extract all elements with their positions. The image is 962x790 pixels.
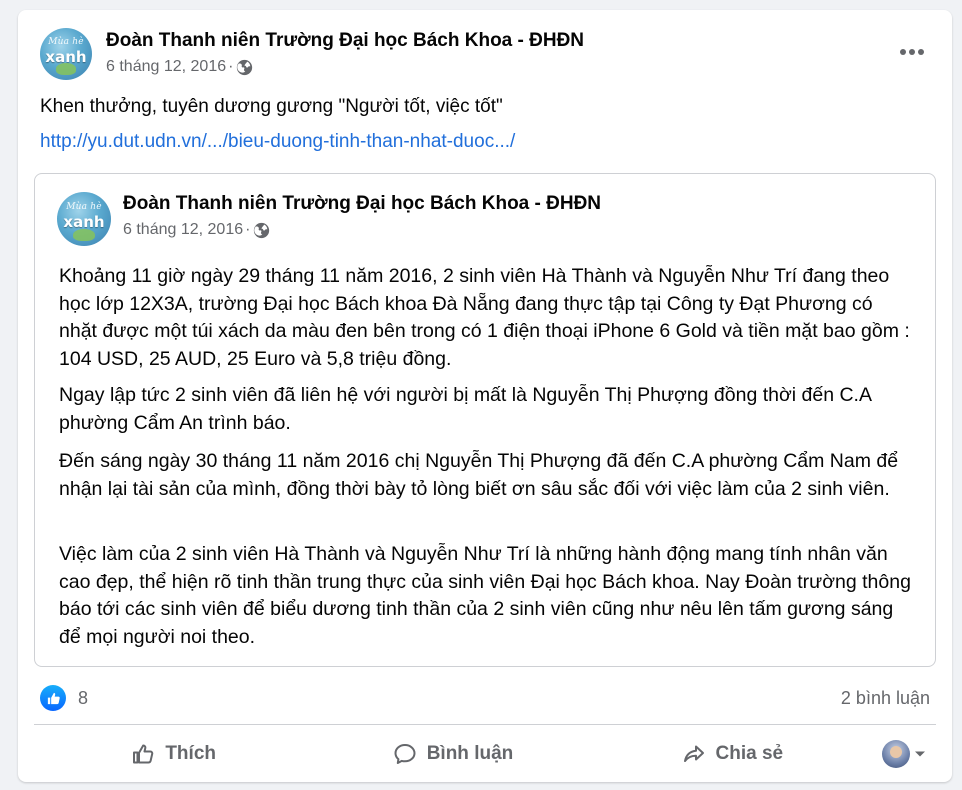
share-icon bbox=[683, 745, 704, 762]
post-card: Mùa hè xanh Đoàn Thanh niên Trường Đại h… bbox=[18, 10, 952, 782]
likes-count: 8 bbox=[78, 687, 89, 708]
post-date[interactable]: 6 tháng 12, 2016 bbox=[106, 58, 226, 76]
shared-paragraph: Đến sáng ngày 30 tháng 11 năm 2016 chị N… bbox=[59, 450, 899, 500]
comment-button[interactable]: Bình luận bbox=[313, 734, 592, 774]
user-avatar bbox=[881, 740, 910, 768]
post-meta: 6 tháng 12, 2016 · bbox=[106, 58, 253, 76]
globe-icon[interactable] bbox=[236, 59, 253, 76]
comments-count[interactable]: 2 bình luận bbox=[841, 688, 930, 709]
more-options-button[interactable] bbox=[894, 38, 930, 66]
share-label: Chia sẻ bbox=[715, 743, 784, 764]
profile-selector[interactable] bbox=[872, 740, 936, 768]
shared-avatar-title: xanh bbox=[63, 212, 105, 231]
shared-paragraph: Việc làm của 2 sinh viên Hà Thành và Ngu… bbox=[59, 543, 911, 648]
shared-avatar-caption: Mùa hè bbox=[66, 201, 102, 212]
shared-page-avatar[interactable]: Mùa hè xanh bbox=[57, 192, 111, 246]
thumbs-up-icon bbox=[40, 685, 66, 711]
more-options-icon bbox=[900, 49, 924, 55]
thumbs-up-outline-icon bbox=[133, 744, 154, 764]
actions-divider bbox=[34, 724, 936, 725]
avatar-caption: Mùa hè bbox=[48, 37, 84, 48]
comment-label: Bình luận bbox=[426, 743, 514, 764]
shared-meta-separator: · bbox=[245, 221, 251, 238]
caret-down-icon bbox=[914, 751, 925, 757]
shared-meta: 6 tháng 12, 2016 · bbox=[123, 221, 270, 239]
meta-separator: · bbox=[228, 58, 234, 75]
action-bar: Thích Bình luận Chia sẻ bbox=[34, 732, 936, 776]
likes-summary[interactable]: 8 bbox=[40, 685, 88, 711]
shared-paragraph: Khoảng 11 giờ ngày 29 tháng 11 năm 2016,… bbox=[59, 265, 910, 370]
shared-author[interactable]: Đoàn Thanh niên Trường Đại học Bách Khoa… bbox=[123, 193, 601, 215]
share-button[interactable]: Chia sẻ bbox=[593, 734, 872, 774]
comment-icon bbox=[394, 744, 416, 764]
avatar-leaf bbox=[55, 63, 77, 75]
page-avatar[interactable]: Mùa hè xanh bbox=[40, 28, 92, 80]
shared-paragraph: Ngay lập tức 2 sinh viên đã liên hệ với … bbox=[59, 384, 871, 434]
like-label: Thích bbox=[165, 743, 216, 764]
post-link[interactable]: http://yu.dut.udn.vn/.../bieu-duong-tinh… bbox=[40, 131, 515, 153]
like-button[interactable]: Thích bbox=[34, 734, 313, 774]
globe-icon[interactable] bbox=[253, 222, 270, 239]
post-text: Khen thưởng, tuyên dương gương "Người tố… bbox=[40, 96, 503, 117]
reaction-stats: 8 2 bình luận bbox=[40, 682, 930, 714]
shared-avatar-leaf bbox=[73, 228, 95, 241]
shared-date[interactable]: 6 tháng 12, 2016 bbox=[123, 221, 243, 239]
post-author[interactable]: Đoàn Thanh niên Trường Đại học Bách Khoa… bbox=[106, 30, 584, 52]
shared-post[interactable]: Mùa hè xanh Đoàn Thanh niên Trường Đại h… bbox=[34, 173, 936, 667]
